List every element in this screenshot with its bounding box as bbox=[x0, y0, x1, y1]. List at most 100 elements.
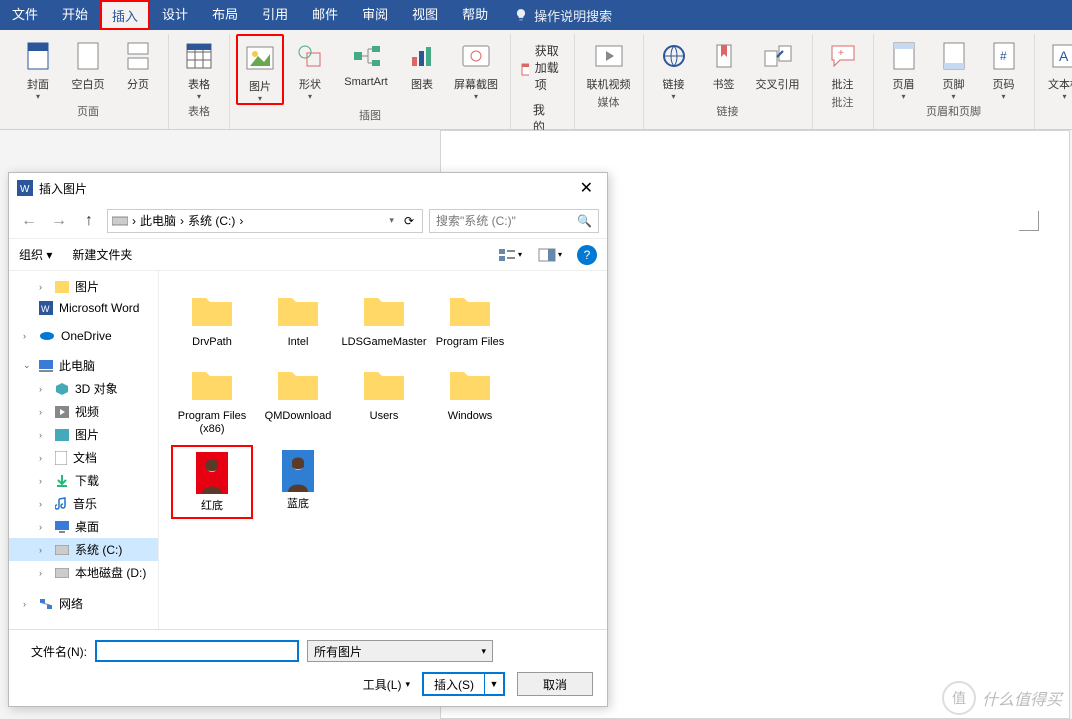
dialog-nav: ← → ↑ › 此电脑 › 系统 (C:) › ▾ ⟳ 搜索"系统 (C:)" … bbox=[9, 203, 607, 239]
preview-pane-button[interactable]: ▾ bbox=[537, 244, 563, 266]
group-tables: 表格▾ 表格 bbox=[169, 34, 230, 129]
search-input[interactable]: 搜索"系统 (C:)" 🔍 bbox=[429, 209, 599, 233]
filename-input[interactable] bbox=[95, 640, 299, 662]
group-links-label: 链接 bbox=[717, 101, 739, 123]
chart-button[interactable]: 图表 bbox=[398, 34, 446, 105]
organize-button[interactable]: 组织 ▾ bbox=[19, 246, 52, 263]
link-button[interactable]: 链接▾ bbox=[650, 34, 698, 101]
tab-references[interactable]: 引用 bbox=[250, 0, 300, 30]
tab-insert[interactable]: 插入 bbox=[100, 0, 150, 30]
footer-button[interactable]: 页脚▾ bbox=[930, 34, 978, 101]
file-blue-photo[interactable]: 蓝底 bbox=[257, 445, 339, 519]
tellme-search[interactable]: 操作说明搜索 bbox=[514, 6, 612, 25]
filename-label: 文件名(N): bbox=[23, 643, 87, 660]
breadcrumb-drive[interactable]: 系统 (C:) bbox=[188, 212, 235, 229]
svg-text:A: A bbox=[1059, 48, 1069, 64]
file-red-photo[interactable]: 红底 bbox=[171, 445, 253, 519]
watermark-text: 什么值得买 bbox=[982, 686, 1062, 710]
watermark: 值 什么值得买 bbox=[942, 681, 1062, 715]
cancel-button[interactable]: 取消 bbox=[517, 672, 593, 696]
folder-windows[interactable]: Windows bbox=[429, 357, 511, 440]
svg-text:#: # bbox=[1000, 49, 1007, 63]
tree-pictures[interactable]: ›图片 bbox=[9, 275, 158, 298]
folder-qmdownload[interactable]: QMDownload bbox=[257, 357, 339, 440]
tab-review[interactable]: 审阅 bbox=[350, 0, 400, 30]
newfolder-button[interactable]: 新建文件夹 bbox=[72, 246, 132, 263]
online-video-button[interactable]: 联机视频 bbox=[581, 34, 637, 92]
folder-lds[interactable]: LDSGameMaster bbox=[343, 283, 425, 353]
screenshot-button[interactable]: 屏幕截图▾ bbox=[448, 34, 504, 105]
tab-view[interactable]: 视图 bbox=[400, 0, 450, 30]
group-media: 联机视频 媒体 bbox=[575, 34, 644, 129]
ribbon-tabs: 文件 开始 插入 设计 布局 引用 邮件 审阅 视图 帮助 操作说明搜索 bbox=[0, 0, 1072, 30]
nav-up-button[interactable]: ↑ bbox=[77, 209, 101, 233]
dialog-toolbar: 组织 ▾ 新建文件夹 ▾ ▾ ? bbox=[9, 239, 607, 271]
textbox-button[interactable]: A文本框▾ bbox=[1041, 34, 1072, 101]
folder-program-files-x86[interactable]: Program Files (x86) bbox=[171, 357, 253, 440]
address-drop-icon[interactable]: ▾ bbox=[387, 215, 396, 226]
blank-page-button[interactable]: 空白页 bbox=[64, 34, 112, 101]
pagenum-button[interactable]: #页码▾ bbox=[980, 34, 1028, 101]
address-bar[interactable]: › 此电脑 › 系统 (C:) › ▾ ⟳ bbox=[107, 209, 423, 233]
tree-3dobjects[interactable]: ›3D 对象 bbox=[9, 377, 158, 400]
tree-thispc[interactable]: ⌄此电脑 bbox=[9, 354, 158, 377]
folder-tree[interactable]: ›图片 WMicrosoft Word ›OneDrive ⌄此电脑 ›3D 对… bbox=[9, 271, 159, 629]
header-button[interactable]: 页眉▾ bbox=[880, 34, 928, 101]
tree-videos[interactable]: ›视频 bbox=[9, 400, 158, 423]
nav-forward-button[interactable]: → bbox=[47, 209, 71, 233]
folder-users[interactable]: Users bbox=[343, 357, 425, 440]
dialog-titlebar: W 插入图片 ✕ bbox=[9, 173, 607, 203]
smartart-button[interactable]: SmartArt bbox=[336, 34, 396, 105]
tab-layout[interactable]: 布局 bbox=[200, 0, 250, 30]
tab-mail[interactable]: 邮件 bbox=[300, 0, 350, 30]
page-break-button[interactable]: 分页 bbox=[114, 34, 162, 101]
tree-drive-c[interactable]: ›系统 (C:) bbox=[9, 538, 158, 561]
tree-word[interactable]: WMicrosoft Word bbox=[9, 298, 158, 318]
tree-network[interactable]: ›网络 bbox=[9, 592, 158, 615]
dialog-title: 插入图片 bbox=[39, 180, 87, 197]
folder-program-files[interactable]: Program Files bbox=[429, 283, 511, 353]
tree-music[interactable]: ›音乐 bbox=[9, 492, 158, 515]
ribbon: 封面▾ 空白页 分页 页面 表格▾ 表格 图片▾ 形状▾ SmartArt 图表… bbox=[0, 30, 1072, 130]
folder-intel[interactable]: Intel bbox=[257, 283, 339, 353]
crossref-button[interactable]: 交叉引用 bbox=[750, 34, 806, 101]
tab-design[interactable]: 设计 bbox=[150, 0, 200, 30]
tab-home[interactable]: 开始 bbox=[50, 0, 100, 30]
insert-split-drop-icon[interactable]: ▼ bbox=[485, 674, 503, 694]
tools-dropdown[interactable]: 工具(L)▾ bbox=[363, 676, 410, 693]
cover-page-button[interactable]: 封面▾ bbox=[14, 34, 62, 101]
get-addins-button[interactable]: 获取加载项 bbox=[517, 40, 568, 95]
bookmark-button[interactable]: 书签 bbox=[700, 34, 748, 101]
picture-button[interactable]: 图片▾ bbox=[236, 34, 284, 105]
tree-drive-d[interactable]: ›本地磁盘 (D:) bbox=[9, 561, 158, 584]
tree-documents[interactable]: ›文档 bbox=[9, 446, 158, 469]
view-mode-button[interactable]: ▾ bbox=[497, 244, 523, 266]
shapes-button[interactable]: 形状▾ bbox=[286, 34, 334, 105]
folder-view[interactable]: DrvPath Intel LDSGameMaster Program File… bbox=[159, 271, 607, 629]
refresh-button[interactable]: ⟳ bbox=[400, 214, 418, 228]
group-addins: 获取加载项 我的加载项▾ 加载项 bbox=[511, 34, 575, 129]
insert-picture-dialog: W 插入图片 ✕ ← → ↑ › 此电脑 › 系统 (C:) › ▾ ⟳ 搜索"… bbox=[8, 172, 608, 707]
tree-downloads[interactable]: ›下载 bbox=[9, 469, 158, 492]
insert-button[interactable]: 插入(S) ▼ bbox=[422, 672, 505, 696]
comment-button[interactable]: +批注 bbox=[819, 34, 867, 92]
group-headerfooter: 页眉▾ 页脚▾ #页码▾ 页眉和页脚 bbox=[874, 34, 1035, 129]
table-button[interactable]: 表格▾ bbox=[175, 34, 223, 101]
group-pages-label: 页面 bbox=[77, 101, 99, 123]
group-text: A文本框▾ 文档部件 文 bbox=[1035, 34, 1072, 129]
folder-drvpath[interactable]: DrvPath bbox=[171, 283, 253, 353]
group-illustrations: 图片▾ 形状▾ SmartArt 图表 屏幕截图▾ 插图 bbox=[230, 34, 511, 129]
filetype-select[interactable]: 所有图片▾ bbox=[307, 640, 493, 662]
help-button[interactable]: ? bbox=[577, 245, 597, 265]
tree-onedrive[interactable]: ›OneDrive bbox=[9, 326, 158, 346]
tree-desktop[interactable]: ›桌面 bbox=[9, 515, 158, 538]
breadcrumb-thispc[interactable]: 此电脑 bbox=[140, 212, 176, 229]
close-button[interactable]: ✕ bbox=[574, 178, 599, 198]
svg-text:W: W bbox=[41, 304, 50, 314]
tab-help[interactable]: 帮助 bbox=[450, 0, 500, 30]
tree-pictures2[interactable]: ›图片 bbox=[9, 423, 158, 446]
nav-back-button[interactable]: ← bbox=[17, 209, 41, 233]
drive-icon bbox=[112, 215, 128, 227]
tab-file[interactable]: 文件 bbox=[0, 0, 50, 30]
group-illustrations-label: 插图 bbox=[359, 105, 381, 127]
